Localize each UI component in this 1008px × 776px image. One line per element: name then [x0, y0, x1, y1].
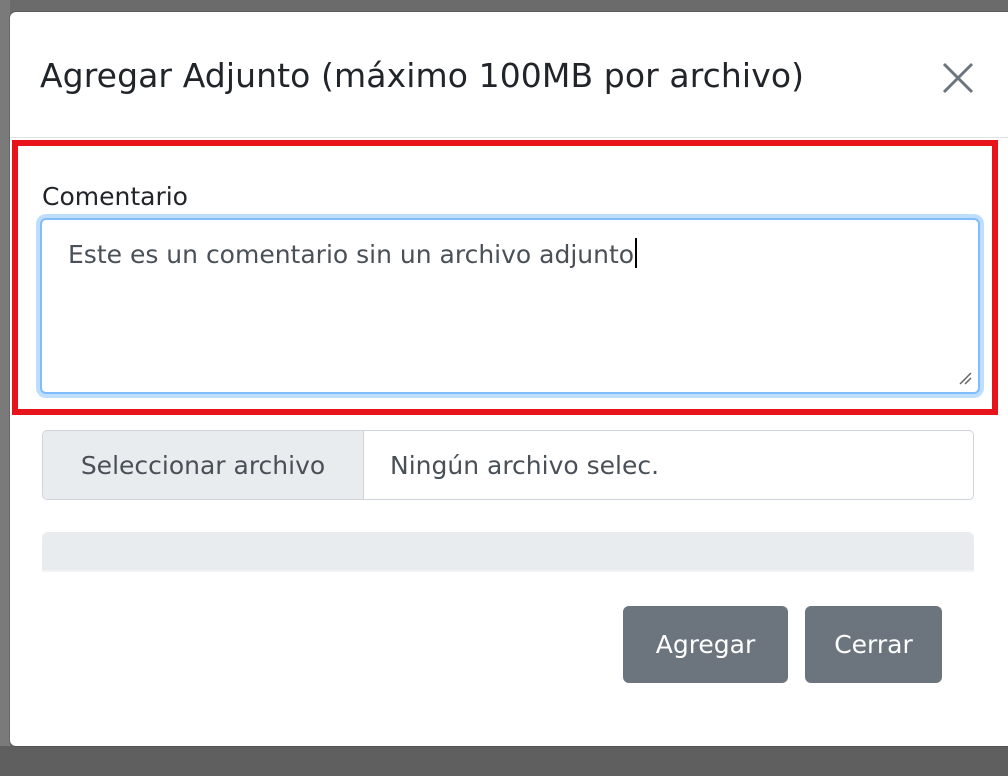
- modal-header: Agregar Adjunto (máximo 100MB por archiv…: [10, 12, 1008, 138]
- close-button[interactable]: Cerrar: [805, 606, 942, 683]
- attachment-modal: Agregar Adjunto (máximo 100MB por archiv…: [10, 12, 1008, 746]
- backdrop: [0, 0, 10, 776]
- file-input[interactable]: Seleccionar archivo Ningún archivo selec…: [42, 430, 974, 500]
- comment-text: Este es un comentario sin un archivo adj…: [68, 240, 635, 269]
- file-status: Ningún archivo selec.: [390, 450, 660, 480]
- backdrop-bottom: [0, 746, 1008, 776]
- modal-title: Agregar Adjunto (máximo 100MB por archiv…: [40, 56, 805, 95]
- comment-textarea[interactable]: Este es un comentario sin un archivo adj…: [40, 218, 980, 394]
- comment-label: Comentario: [42, 182, 188, 211]
- resize-grip-icon[interactable]: [956, 369, 972, 385]
- text-caret: [635, 238, 638, 268]
- select-file-button[interactable]: Seleccionar archivo: [43, 431, 364, 499]
- upload-progress-bar: [42, 532, 974, 572]
- add-button[interactable]: Agregar: [623, 606, 788, 683]
- close-icon[interactable]: [936, 56, 980, 100]
